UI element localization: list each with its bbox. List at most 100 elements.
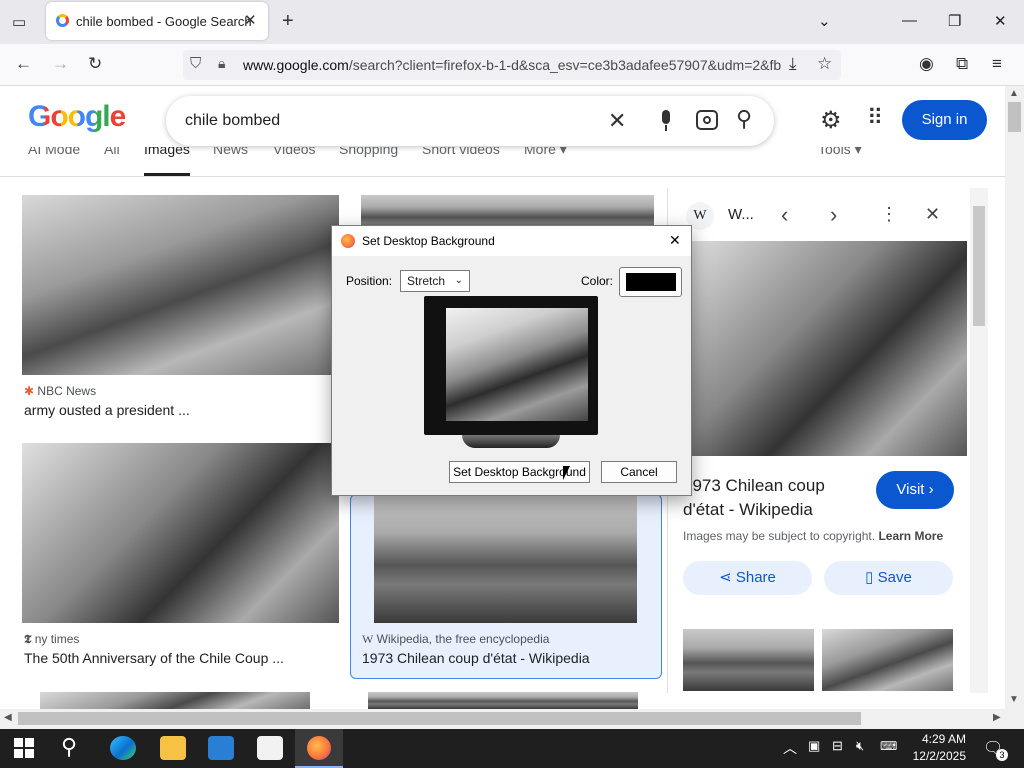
store-icon[interactable] xyxy=(208,736,234,760)
result-caption[interactable]: 1973 Chilean coup d'état - Wikipedia xyxy=(362,650,590,666)
panel-site-name[interactable]: W... xyxy=(728,206,754,223)
new-tab-button[interactable]: + xyxy=(282,10,294,33)
tray-chevron-up-icon[interactable]: ︿ xyxy=(783,738,797,758)
reload-icon[interactable]: ↻ xyxy=(88,54,102,74)
position-select[interactable]: Stretch ⌄ xyxy=(400,270,470,292)
notification-badge: 3 xyxy=(996,749,1008,761)
list-tabs-chevron-icon[interactable]: ⌄ xyxy=(818,12,831,30)
related-image[interactable] xyxy=(822,629,953,691)
bookmark-star-icon[interactable]: ☆ xyxy=(817,54,832,74)
account-icon[interactable]: ◉ xyxy=(919,54,934,74)
taskbar-search-icon[interactable]: ⚲ xyxy=(61,734,77,760)
cancel-button[interactable]: Cancel xyxy=(601,461,677,483)
result-image[interactable] xyxy=(22,443,339,623)
file-explorer-icon[interactable] xyxy=(160,736,186,760)
result-caption[interactable]: army ousted a president ... xyxy=(24,402,190,418)
tab-all[interactable]: All xyxy=(104,147,120,157)
horizontal-scrollbar[interactable]: ◀ ▶ xyxy=(0,709,1024,729)
sign-in-button[interactable]: Sign in xyxy=(902,100,987,140)
position-label: Position: xyxy=(346,274,393,288)
prev-image-chevron-icon[interactable]: ‹ xyxy=(781,202,788,228)
extensions-icon[interactable]: ⧉ xyxy=(956,54,968,74)
camera-lens-icon[interactable] xyxy=(696,110,718,130)
result-image[interactable] xyxy=(368,692,638,709)
share-icon: ⋖ xyxy=(719,569,732,586)
back-icon[interactable]: ← xyxy=(15,54,32,74)
visit-button[interactable]: Visit › xyxy=(876,471,954,509)
tab-close-button[interactable]: ✕ xyxy=(244,11,257,29)
mouse-cursor-icon xyxy=(563,466,570,480)
scroll-up-icon[interactable]: ▲ xyxy=(1009,88,1019,99)
menu-icon[interactable]: ≡ xyxy=(992,54,1002,74)
tray-app-icon[interactable]: ▣ xyxy=(808,738,820,754)
network-icon[interactable]: ⊟ xyxy=(832,738,843,754)
lock-icon[interactable]: 🔒︎ xyxy=(218,55,225,72)
panel-scroll-thumb[interactable] xyxy=(973,206,985,326)
microphone-icon[interactable] xyxy=(657,108,675,134)
settings-gear-icon[interactable]: ⚙ xyxy=(820,106,842,135)
mail-icon[interactable] xyxy=(257,736,283,760)
volume-muted-icon[interactable]: 🔇︎ xyxy=(856,738,864,754)
scroll-down-icon[interactable]: ▼ xyxy=(1009,694,1019,705)
result-image[interactable] xyxy=(22,195,339,375)
tab-news[interactable]: News xyxy=(213,147,248,157)
firefox-view-icon[interactable]: ▭ xyxy=(12,13,26,31)
learn-more-link[interactable]: Learn More xyxy=(878,529,943,543)
maximize-button[interactable]: ❐ xyxy=(948,12,961,30)
dialog-close-button[interactable]: ✕ xyxy=(669,232,681,249)
result-source: W Wikipedia, the free encyclopedia xyxy=(362,632,549,647)
monitor-preview xyxy=(424,296,598,435)
vertical-scrollbar[interactable]: ▲ ▼ xyxy=(1005,86,1024,709)
forward-icon[interactable]: → xyxy=(52,54,69,74)
firefox-taskbar-button[interactable] xyxy=(295,729,343,768)
firefox-icon xyxy=(341,234,355,248)
next-image-chevron-icon[interactable]: › xyxy=(830,202,837,228)
clear-search-icon[interactable]: ✕ xyxy=(608,108,626,134)
system-clock[interactable]: 4:29 AM 12/2/2025 xyxy=(912,731,966,765)
tab-more[interactable]: More ▾ xyxy=(524,147,567,158)
firefox-icon xyxy=(307,736,331,760)
tab-tools[interactable]: Tools ▾ xyxy=(818,147,862,158)
copyright-text: Images may be subject to copyright. xyxy=(683,529,876,543)
tab-videos[interactable]: Videos xyxy=(273,147,316,157)
apps-grid-icon[interactable]: ⠿ xyxy=(867,105,883,131)
horizontal-scroll-thumb[interactable] xyxy=(18,712,861,725)
result-image[interactable] xyxy=(40,692,310,709)
windows-start-icon[interactable] xyxy=(14,738,34,758)
keyboard-icon[interactable]: ⌨ xyxy=(880,739,897,753)
scroll-left-icon[interactable]: ◀ xyxy=(4,712,12,723)
url-text[interactable]: www.google.com/search?client=firefox-b-1… xyxy=(243,57,783,73)
tab-short-videos[interactable]: Short videos xyxy=(422,147,500,157)
tracking-protection-icon[interactable]: ⛉ xyxy=(190,55,201,72)
vertical-scroll-thumb[interactable] xyxy=(1008,102,1021,132)
related-image[interactable] xyxy=(683,629,814,691)
panel-scrollbar[interactable] xyxy=(970,188,988,693)
result-caption[interactable]: The 50th Anniversary of the Chile Coup .… xyxy=(24,650,284,666)
edge-icon[interactable] xyxy=(110,736,136,760)
more-options-icon[interactable]: ⋮ xyxy=(880,204,898,225)
taskbar xyxy=(0,729,1024,768)
result-image[interactable] xyxy=(374,494,637,623)
share-button[interactable]: ⋖ Share xyxy=(683,561,812,595)
download-icon[interactable]: ⤓ xyxy=(789,54,797,74)
tab-shopping[interactable]: Shopping xyxy=(339,147,398,157)
browser-tab[interactable]: chile bombed - Google Search ✕ xyxy=(46,2,268,40)
result-source-text: NBC News xyxy=(37,384,97,398)
window-close-button[interactable]: ✕ xyxy=(994,12,1007,30)
minimize-button[interactable]: — xyxy=(902,12,917,29)
tab-images[interactable]: Images xyxy=(144,147,190,157)
tab-ai-mode[interactable]: AI Mode xyxy=(28,147,80,157)
nbc-peacock-icon: ✱ xyxy=(24,384,35,398)
close-panel-icon[interactable]: ✕ xyxy=(925,204,940,225)
position-value: Stretch xyxy=(407,274,446,288)
search-input[interactable]: chile bombed xyxy=(185,112,280,130)
save-button[interactable]: ▯ Save xyxy=(824,561,953,595)
google-logo[interactable]: Google xyxy=(28,100,126,134)
panel-title[interactable]: 1973 Chilean coup d'état - Wikipedia xyxy=(683,474,863,522)
search-tabs: AI Mode All Images News Videos Shopping … xyxy=(0,147,1005,177)
preview-image[interactable] xyxy=(683,241,967,456)
color-picker-button[interactable] xyxy=(619,267,682,297)
search-icon[interactable]: ⚲ xyxy=(736,106,752,132)
scroll-right-icon[interactable]: ▶ xyxy=(993,712,1001,723)
monitor-stand xyxy=(462,435,560,448)
